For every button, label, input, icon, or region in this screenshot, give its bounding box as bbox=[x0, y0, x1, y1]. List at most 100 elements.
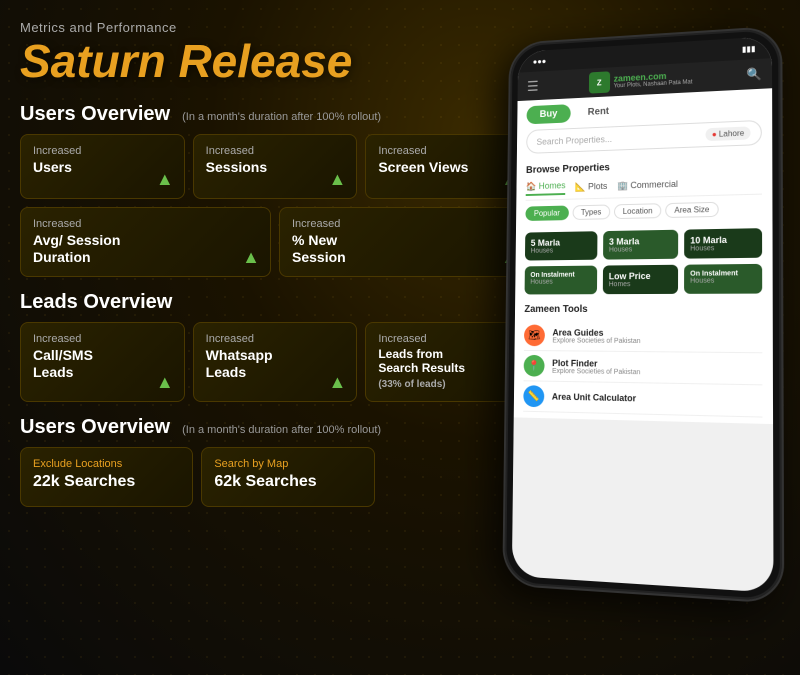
plot-finder-icon: 📍 bbox=[524, 355, 545, 377]
browse-section: Browse Properties 🏠 Homes 📐 Plots 🏢 Comm… bbox=[516, 151, 773, 233]
tool-area-unit[interactable]: 📏 Area Unit Calculator bbox=[523, 381, 762, 417]
left-content: Metrics and Performance Saturn Release U… bbox=[20, 20, 530, 521]
chip-types[interactable]: Types bbox=[572, 204, 610, 220]
zameen-text: zameen.com Your Plots, Nashaan Pata Mat bbox=[614, 70, 693, 90]
metric-card-avg-session: Increased Avg/ SessionDuration ▲ bbox=[20, 207, 271, 277]
phone-outer: ●●● ▮▮▮ ☰ Z zameen.com Your Plots, Nasha… bbox=[502, 26, 784, 605]
leads-cards-row: Increased Call/SMSLeads ▲ Increased What… bbox=[20, 322, 530, 402]
prop-type: Houses bbox=[690, 245, 756, 253]
tab-buy[interactable]: Buy bbox=[527, 104, 571, 124]
prop-card-lowprice[interactable]: Low Price Homes bbox=[603, 265, 678, 294]
metric-card-call-sms: Increased Call/SMSLeads ▲ bbox=[20, 322, 185, 402]
search-card-map: Search by Map 62k Searches bbox=[201, 447, 374, 507]
browse-tab-commercial[interactable]: 🏢 Commercial bbox=[617, 177, 678, 194]
location-dot: ● bbox=[712, 130, 717, 139]
metric-card-users: Increased Users ▲ bbox=[20, 134, 185, 199]
search-label: Search by Map bbox=[214, 458, 361, 470]
chip-location[interactable]: Location bbox=[614, 203, 662, 219]
area-guides-icon: 🗺 bbox=[524, 325, 545, 347]
users-cards-row1: Increased Users ▲ Increased Sessions ▲ I… bbox=[20, 134, 530, 199]
search-value: 62k Searches bbox=[214, 473, 361, 491]
hamburger-icon[interactable]: ☰ bbox=[527, 78, 539, 95]
location-badge: ● Lahore bbox=[706, 126, 751, 141]
search-cards-row: Exclude Locations 22k Searches Search by… bbox=[20, 447, 530, 507]
subtitle: Metrics and Performance bbox=[20, 20, 530, 35]
zameen-icon: Z bbox=[589, 71, 610, 93]
arrow-up-icon: ▲ bbox=[156, 372, 174, 393]
phone-screen: ●●● ▮▮▮ ☰ Z zameen.com Your Plots, Nasha… bbox=[512, 36, 774, 593]
prop-type: Houses bbox=[690, 277, 756, 285]
card-label: Increased bbox=[33, 333, 172, 345]
users-cards-row2: Increased Avg/ SessionDuration ▲ Increas… bbox=[20, 207, 530, 277]
leads-overview-header: Leads Overview bbox=[20, 291, 530, 314]
search-icon-nav[interactable]: 🔍 bbox=[746, 67, 761, 82]
users-overview-subtitle: (In a month's duration after 100% rollou… bbox=[182, 111, 381, 123]
filter-chips: Popular Types Location Area Size bbox=[525, 201, 762, 221]
arrow-up-icon: ▲ bbox=[242, 247, 260, 268]
prop-size: Low Price bbox=[609, 271, 672, 281]
prop-card-10marla[interactable]: 10 Marla Houses bbox=[684, 228, 762, 259]
phone-mockup: ●●● ▮▮▮ ☰ Z zameen.com Your Plots, Nasha… bbox=[470, 30, 800, 650]
tool-area-guides[interactable]: 🗺 Area Guides Explore Societies of Pakis… bbox=[524, 321, 762, 354]
phone-search-bar[interactable]: Search Properties... ● Lahore bbox=[526, 120, 762, 154]
card-label: Increased bbox=[33, 218, 258, 230]
users-overview2-title: Users Overview bbox=[20, 416, 170, 439]
browse-tab-plots[interactable]: 📐 Plots bbox=[575, 179, 608, 195]
page-title: Saturn Release bbox=[20, 37, 530, 85]
card-value: Avg/ SessionDuration bbox=[33, 232, 258, 266]
card-label: Increased bbox=[33, 145, 172, 157]
arrow-up-icon: ▲ bbox=[156, 169, 174, 190]
prop-card-instalment1[interactable]: On Instalment Houses bbox=[525, 266, 598, 295]
leads-overview-section: Leads Overview Increased Call/SMSLeads ▲… bbox=[20, 291, 530, 402]
area-unit-icon: 📏 bbox=[523, 385, 544, 407]
page-wrapper: Metrics and Performance Saturn Release U… bbox=[0, 0, 800, 675]
prop-type: Houses bbox=[530, 278, 591, 285]
card-label: Increased bbox=[206, 333, 345, 345]
search-label: Exclude Locations bbox=[33, 458, 180, 470]
location-text: Lahore bbox=[719, 129, 744, 139]
users-overview2-subtitle: (In a month's duration after 100% rollou… bbox=[182, 424, 381, 436]
prop-card-3marla[interactable]: 3 Marla Houses bbox=[603, 230, 678, 260]
tool-desc: Explore Societies of Pakistan bbox=[552, 367, 762, 377]
prop-type: Homes bbox=[609, 281, 672, 288]
tool-desc: Explore Societies of Pakistan bbox=[552, 337, 762, 346]
arrow-up-icon: ▲ bbox=[329, 169, 347, 190]
search-card-exclude: Exclude Locations 22k Searches bbox=[20, 447, 193, 507]
leads-overview-title: Leads Overview bbox=[20, 291, 172, 314]
zameen-logo: Z zameen.com Your Plots, Nashaan Pata Ma… bbox=[589, 67, 693, 94]
metric-card-sessions: Increased Sessions ▲ bbox=[193, 134, 358, 199]
prop-card-5marla[interactable]: 5 Marla Houses bbox=[525, 231, 597, 260]
search-value: 22k Searches bbox=[33, 473, 180, 491]
chip-popular[interactable]: Popular bbox=[525, 206, 568, 221]
browse-tabs: 🏠 Homes 📐 Plots 🏢 Commercial bbox=[526, 174, 762, 200]
tool-name: Area Unit Calculator bbox=[552, 392, 763, 406]
tool-plot-finder[interactable]: 📍 Plot Finder Explore Societies of Pakis… bbox=[524, 351, 763, 385]
tools-section: Zameen Tools 🗺 Area Guides Explore Socie… bbox=[514, 298, 773, 424]
card-value: Users bbox=[33, 159, 172, 176]
arrow-up-icon: ▲ bbox=[329, 372, 347, 393]
phone-content-area: Buy Rent Search Properties... ● Lahore B… bbox=[514, 88, 773, 424]
users-overview2-section: Users Overview (In a month's duration af… bbox=[20, 416, 530, 507]
prop-type: Houses bbox=[609, 246, 672, 254]
tools-title: Zameen Tools bbox=[524, 304, 762, 315]
tool-text: Plot Finder Explore Societies of Pakista… bbox=[552, 358, 762, 378]
prop-type: Houses bbox=[531, 247, 592, 255]
users-overview-header: Users Overview (In a month's duration af… bbox=[20, 103, 530, 126]
tool-text: Area Guides Explore Societies of Pakista… bbox=[552, 327, 762, 345]
users-overview-section: Users Overview (In a month's duration af… bbox=[20, 103, 530, 277]
prop-card-instalment2[interactable]: On Instalment Houses bbox=[684, 264, 762, 294]
card-label: Increased bbox=[206, 145, 345, 157]
card-value: Call/SMSLeads bbox=[33, 347, 172, 381]
tool-text: Area Unit Calculator bbox=[552, 392, 763, 406]
card-value: WhatsappLeads bbox=[206, 347, 345, 381]
browse-title: Browse Properties bbox=[526, 157, 762, 176]
metric-card-whatsapp: Increased WhatsappLeads ▲ bbox=[193, 322, 358, 402]
users-overview-title: Users Overview bbox=[20, 103, 170, 126]
signal-icon: ●●● bbox=[533, 56, 547, 65]
card-value: Sessions bbox=[206, 159, 345, 176]
users-overview2-header: Users Overview (In a month's duration af… bbox=[20, 416, 530, 439]
browse-tab-homes[interactable]: 🏠 Homes bbox=[526, 180, 566, 196]
chip-area-size[interactable]: Area Size bbox=[665, 202, 718, 218]
search-placeholder: Search Properties... bbox=[537, 134, 613, 147]
tab-rent[interactable]: Rent bbox=[574, 102, 622, 123]
